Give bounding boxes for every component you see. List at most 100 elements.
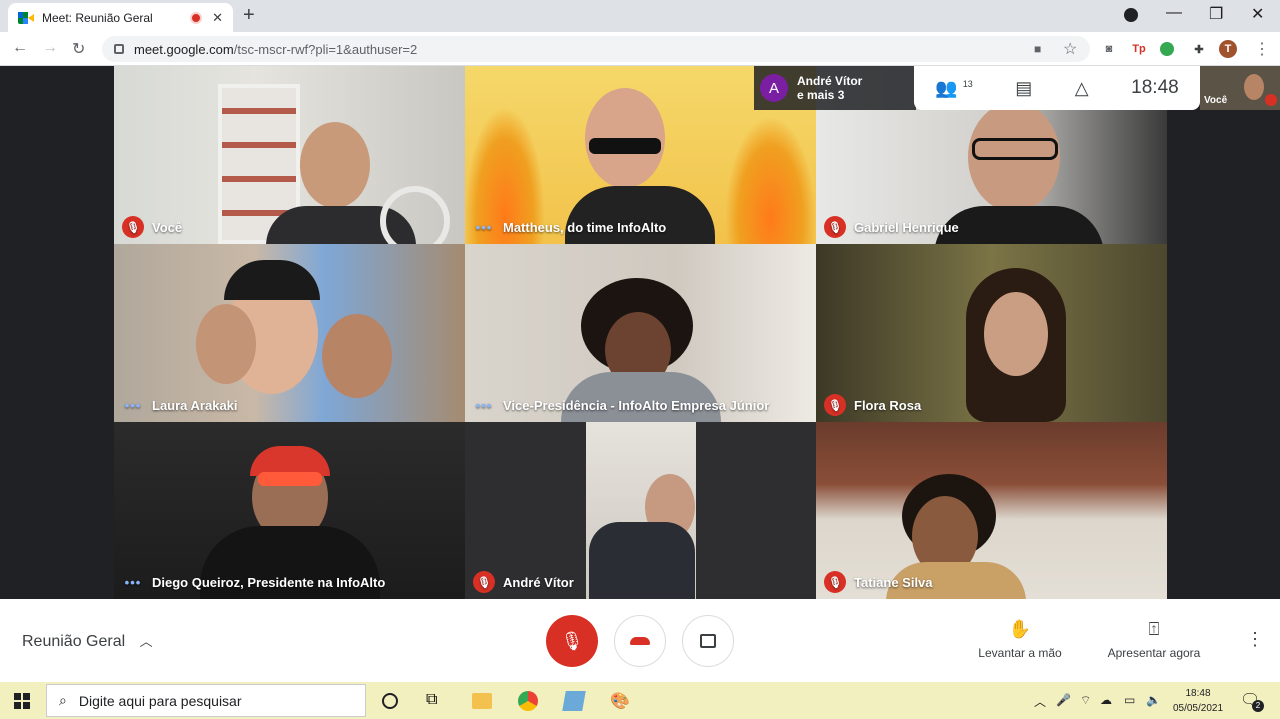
google-meet-icon	[18, 11, 34, 25]
chevron-up-icon: ︿	[139, 634, 153, 649]
mic-off-icon: 🎙	[824, 216, 846, 238]
profile-menu-icon[interactable]	[1124, 8, 1138, 22]
speaking-indicator-icon: •••	[475, 219, 493, 235]
more-options-icon[interactable]: ⋮	[1246, 629, 1264, 650]
tab-title: Meet: Reunião Geral	[42, 10, 153, 25]
tile-name: 🎙 André Vítor	[473, 571, 574, 593]
participant-tile[interactable]: ••• Diego Queiroz, Presidente na InfoAlto	[114, 422, 465, 599]
url-path: /tsc-mscr-rwf?pli=1&authuser=2	[233, 41, 418, 57]
notification-count: 2	[1252, 700, 1264, 712]
meet-control-bar: Reunião Geral ︿ 🎙 ✋ Levantar a mão ⍐ Apr…	[0, 599, 1280, 682]
tile-name: 🎙 Gabriel Henrique	[824, 216, 959, 238]
camera-indicator-icon[interactable]: ■	[1034, 42, 1041, 56]
speaking-indicator-icon: •••	[124, 574, 142, 590]
raise-hand-label: Levantar a mão	[978, 646, 1062, 660]
bookmark-star-icon[interactable]: ☆	[1063, 39, 1077, 59]
profile-avatar[interactable]: T	[1219, 40, 1237, 58]
speaking-indicator-icon: •••	[124, 397, 142, 413]
tile-name: ••• Mattheus, do time InfoAlto	[473, 216, 667, 238]
task-view-icon[interactable]: ⧉	[426, 691, 446, 711]
browser-toolbar: ← → ↻ meet.google.com /tsc-mscr-rwf?pli=…	[0, 32, 1280, 66]
meeting-details[interactable]: Reunião Geral ︿	[22, 631, 153, 651]
present-now-button[interactable]: ⍐ Apresentar agora	[1102, 619, 1206, 660]
microphone-toggle-button[interactable]: 🎙	[546, 615, 598, 667]
activities-icon[interactable]: △	[1075, 78, 1089, 99]
browser-tab-meet[interactable]: Meet: Reunião Geral ✕	[8, 3, 233, 32]
tile-name: 🎙 Tatiane Silva	[824, 571, 933, 593]
cortana-icon[interactable]	[382, 693, 398, 709]
presenter-avatar: A	[760, 74, 788, 102]
presenter-more: e mais 3	[797, 88, 845, 102]
url-domain: meet.google.com	[134, 41, 234, 57]
present-now-label: Apresentar agora	[1107, 646, 1201, 660]
self-view-label: Você	[1204, 95, 1228, 106]
reload-icon[interactable]: ↻	[72, 39, 85, 59]
lock-icon	[114, 44, 124, 54]
show-hidden-icons-icon[interactable]: ︿	[1034, 693, 1046, 710]
hang-up-icon	[630, 637, 650, 645]
windows-taskbar: ⌕ Digite aqui para pesquisar ⧉ 🎨 ︿ 🎤 ⌔ ☁…	[0, 682, 1280, 719]
address-bar[interactable]: meet.google.com /tsc-mscr-rwf?pli=1&auth…	[102, 36, 1090, 62]
video-camera-icon	[700, 634, 716, 648]
clock-time: 18:48	[1185, 688, 1211, 699]
mic-off-icon: 🎙	[560, 630, 584, 651]
volume-icon[interactable]: 🔈	[1146, 693, 1161, 707]
mic-off-icon	[1265, 94, 1277, 106]
microphone-tray-icon[interactable]: 🎤	[1056, 693, 1071, 707]
file-explorer-icon[interactable]	[472, 693, 492, 709]
paint-icon[interactable]: 🎨	[610, 691, 630, 711]
screenshot-extension-icon[interactable]: ◙	[1100, 40, 1118, 58]
presenter-chip[interactable]: A André Vítor e mais 3	[754, 66, 916, 110]
extensions-puzzle-icon[interactable]: ✚	[1190, 40, 1208, 58]
tile-name: 🎙 Você	[122, 216, 182, 238]
leave-call-button[interactable]	[614, 615, 666, 667]
recording-icon	[190, 11, 203, 24]
forward-icon[interactable]: →	[42, 39, 58, 57]
back-icon[interactable]: ←	[12, 39, 28, 57]
browser-menu-icon[interactable]: ⋮	[1254, 39, 1270, 59]
windows-start-icon[interactable]	[14, 693, 30, 709]
close-window-button[interactable]: ✕	[1251, 4, 1264, 24]
hand-icon: ✋	[1008, 619, 1032, 639]
speaking-indicator-icon: •••	[475, 397, 493, 413]
camera-toggle-button[interactable]	[682, 615, 734, 667]
participant-count: 13	[962, 78, 973, 89]
tp-extension-icon[interactable]: Tp	[1130, 40, 1148, 58]
app-icon[interactable]	[562, 691, 586, 711]
participant-tile[interactable]: 🎙 Você	[114, 66, 465, 244]
browser-tab-strip: Meet: Reunião Geral ✕ + — ❐ ✕	[0, 0, 1280, 32]
participant-tile[interactable]: ••• Laura Arakaki	[114, 244, 465, 422]
green-extension-icon[interactable]	[1160, 42, 1174, 56]
wifi-icon[interactable]: ⌔	[1080, 693, 1091, 708]
maximize-button[interactable]: ❐	[1209, 4, 1223, 24]
self-view-thumbnail[interactable]: Você	[1200, 66, 1280, 110]
present-screen-icon: ⍐	[1148, 619, 1160, 639]
chrome-icon[interactable]	[518, 691, 538, 711]
close-tab-icon[interactable]: ✕	[212, 10, 223, 26]
meeting-title: Reunião Geral	[22, 633, 126, 650]
taskbar-clock[interactable]: 18:48 05/05/2021	[1168, 686, 1228, 716]
people-icon: 👥	[935, 77, 958, 98]
network-error-icon[interactable]: ☁	[1100, 693, 1112, 707]
people-button[interactable]: 👥 13	[935, 78, 972, 99]
participant-tile[interactable]: 🎙 André Vítor	[465, 422, 816, 599]
mic-off-icon: 🎙	[824, 571, 846, 593]
mic-off-icon: 🎙	[473, 571, 495, 593]
chat-icon[interactable]: ▤	[1015, 78, 1032, 99]
mic-off-icon: 🎙	[824, 394, 846, 416]
search-placeholder: Digite aqui para pesquisar	[78, 692, 242, 709]
participant-tile[interactable]: 🎙 Flora Rosa	[816, 244, 1167, 422]
minimize-button[interactable]: —	[1166, 4, 1182, 22]
meeting-clock: 18:48	[1131, 77, 1179, 98]
new-tab-button[interactable]: +	[243, 4, 255, 27]
taskbar-search-box[interactable]: ⌕ Digite aqui para pesquisar	[46, 684, 366, 717]
participant-tile[interactable]: 🎙 Tatiane Silva	[816, 422, 1167, 599]
battery-icon[interactable]: ▭	[1124, 693, 1135, 707]
participant-tile[interactable]: ••• Vice-Presidência - InfoAlto Empresa J…	[465, 244, 816, 422]
raise-hand-button[interactable]: ✋ Levantar a mão	[974, 619, 1066, 660]
clock-date: 05/05/2021	[1172, 703, 1224, 714]
mic-off-icon: 🎙	[122, 216, 144, 238]
tile-name: ••• Diego Queiroz, Presidente na InfoAlto	[122, 571, 386, 593]
presenter-name: André Vítor	[797, 74, 863, 88]
video-grid: 🎙 Você ••• Mattheus, do time InfoAlto 🎙 Gab…	[0, 66, 1280, 599]
